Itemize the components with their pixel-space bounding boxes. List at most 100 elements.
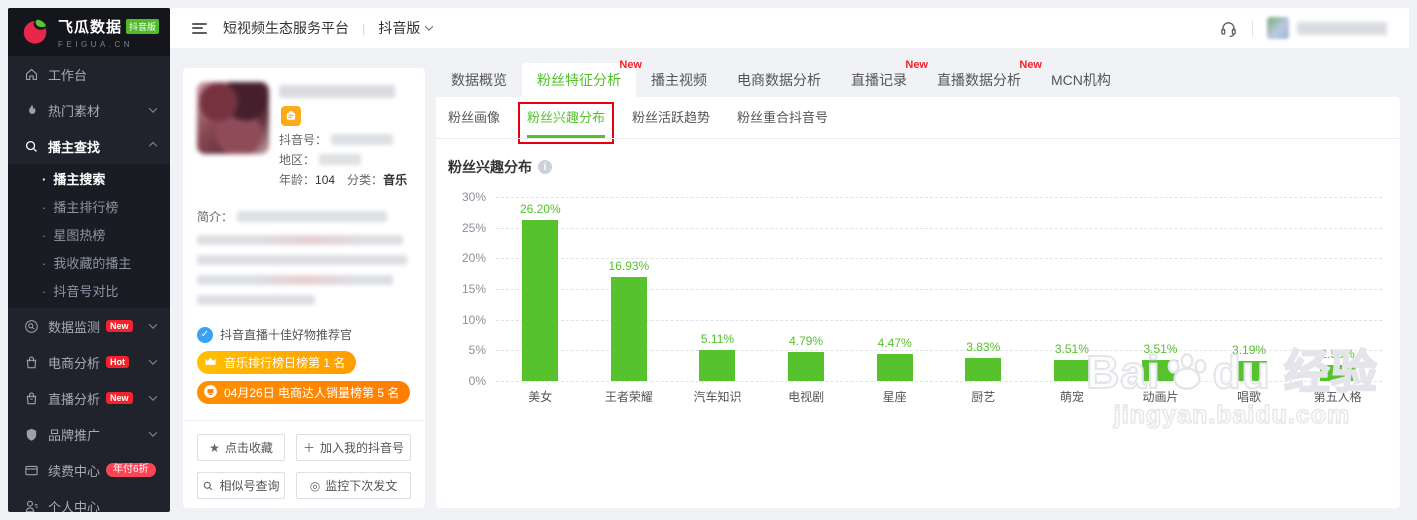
verified-check-icon: ✓	[197, 327, 213, 343]
相似号查询-button[interactable]: 相似号查询	[197, 472, 285, 499]
brand-name: 飞瓜数据	[58, 16, 122, 37]
y-tick-label: 15%	[448, 283, 486, 295]
x-tick-label: 星座	[850, 388, 939, 405]
bar-电视剧[interactable]	[788, 352, 824, 381]
action-label: 加入我的抖音号	[320, 439, 404, 456]
bar-value-label: 3.51%	[1028, 343, 1117, 355]
age-label: 年龄：	[279, 171, 315, 188]
sidebar-subitem[interactable]: 抖音号对比	[8, 278, 170, 306]
subtab-粉丝重合抖音号[interactable]: 粉丝重合抖音号	[737, 97, 828, 138]
sidebar-item-hot-materials[interactable]: 热门素材	[8, 92, 170, 128]
bar-slot: 3.51%	[1028, 197, 1117, 381]
region-label: 地区：	[279, 151, 315, 168]
tab-MCN机构[interactable]: MCN机构	[1036, 63, 1126, 97]
verified-title-row: ✓ 抖音直播十佳好物推荐官	[197, 326, 352, 343]
douyin-id-label: 抖音号：	[279, 131, 327, 148]
sidebar-item-workbench[interactable]: 工作台	[8, 56, 170, 92]
card-icon	[24, 463, 39, 478]
tab-电商数据分析[interactable]: 电商数据分析	[722, 63, 836, 97]
y-tick-label: 0%	[448, 375, 486, 387]
info-icon[interactable]: i	[538, 160, 552, 174]
sidebar-item-ecommerce-analysis[interactable]: 电商分析Hot	[8, 344, 170, 380]
subtab-粉丝活跃趋势[interactable]: 粉丝活跃趋势	[632, 97, 710, 138]
tab-粉丝特征分析[interactable]: 粉丝特征分析New	[522, 63, 636, 97]
bar-动画片[interactable]	[1142, 360, 1178, 382]
bar-星座[interactable]	[877, 354, 913, 381]
加入我的抖音号-button[interactable]: ＋加入我的抖音号	[296, 434, 411, 461]
sidebar-subitem[interactable]: 我收藏的播主	[8, 250, 170, 278]
sidebar-item-label: 播主查找	[48, 137, 100, 156]
sidebar-item-personal-center[interactable]: 个人中心	[8, 488, 170, 512]
region-row: 地区：	[279, 151, 361, 168]
监控下次发文-button[interactable]: ◎监控下次发文	[296, 472, 411, 499]
bar-value-label: 5.11%	[673, 333, 762, 345]
verified-title: 抖音直播十佳好物推荐官	[220, 326, 352, 343]
customer-service-icon[interactable]	[1219, 19, 1238, 38]
logo[interactable]: 飞瓜数据 抖音版 FEIGUA.CN	[8, 8, 170, 56]
bar-王者荣耀[interactable]	[611, 277, 647, 381]
user-account[interactable]	[1267, 17, 1387, 39]
action-label: 点击收藏	[225, 439, 273, 456]
sidebar-subitem[interactable]: 播主排行榜	[8, 194, 170, 222]
bar-slot: 3.51%	[1116, 197, 1205, 381]
sidebar-subitem[interactable]: 播主搜索	[8, 166, 170, 194]
star-icon: ★	[209, 441, 220, 455]
bar-厨艺[interactable]	[965, 358, 1001, 382]
x-tick-label: 美女	[496, 388, 585, 405]
bar-value-label: 3.83%	[939, 341, 1028, 353]
gridline	[496, 381, 1382, 382]
bio-redacted-line	[197, 275, 393, 285]
sidebar-item-brand-promotion[interactable]: 品牌推广	[8, 416, 170, 452]
bio-redacted-line	[197, 295, 315, 305]
tab-label: 电商数据分析	[737, 70, 821, 90]
main-tabs: 数据概览粉丝特征分析New播主视频电商数据分析直播记录New直播数据分析NewM…	[436, 63, 1126, 97]
sidebar-subitem[interactable]: 星图热榜	[8, 222, 170, 250]
badge-new: New	[106, 392, 133, 404]
tab-直播记录[interactable]: 直播记录New	[836, 63, 922, 97]
sidebar-item-renewal-center[interactable]: 续费中心年付6折	[8, 452, 170, 488]
flame-icon	[24, 103, 39, 118]
sidebar-item-blogger-search[interactable]: 播主查找	[8, 128, 170, 164]
bar-汽车知识[interactable]	[699, 350, 735, 381]
tab-直播数据分析[interactable]: 直播数据分析New	[922, 63, 1036, 97]
tab-播主视频[interactable]: 播主视频	[636, 63, 722, 97]
subtabs: 粉丝画像 粉丝兴趣分布粉丝活跃趋势 粉丝重合抖音号	[448, 97, 828, 138]
tab-label: 直播数据分析	[937, 70, 1021, 90]
subtab-label: 粉丝画像	[448, 110, 500, 125]
x-tick-label: 萌宠	[1028, 388, 1117, 405]
sidebar-item-data-monitoring[interactable]: 数据监测New	[8, 308, 170, 344]
sidebar-submenu: 播主搜索播主排行榜星图热榜我收藏的播主抖音号对比	[8, 164, 170, 308]
user-avatar	[1267, 17, 1289, 39]
bar-美女[interactable]	[522, 220, 558, 381]
tab-label: 直播记录	[851, 70, 907, 90]
collapse-menu-icon[interactable]	[192, 23, 207, 34]
bar-slot: 4.79%	[762, 197, 851, 381]
tab-数据概览[interactable]: 数据概览	[436, 63, 522, 97]
点击收藏-button[interactable]: ★ 点击收藏	[197, 434, 285, 461]
chevron-down-icon	[149, 356, 157, 364]
bar-第五人格[interactable]	[1320, 365, 1356, 381]
x-tick-label: 唱歌	[1205, 388, 1294, 405]
bar-唱歌[interactable]	[1231, 361, 1267, 381]
x-tick-label: 动画片	[1116, 388, 1205, 405]
platform-title: 短视频生态服务平台	[223, 18, 349, 38]
version-dropdown[interactable]: 抖音版	[378, 18, 432, 38]
topbar: 短视频生态服务平台 | 抖音版	[170, 8, 1409, 48]
version-label: 抖音版	[378, 18, 420, 38]
subtab-粉丝兴趣分布[interactable]: 粉丝兴趣分布	[527, 97, 605, 138]
sidebar-item-live-analysis[interactable]: 直播分析New	[8, 380, 170, 416]
feigua-logo-icon	[20, 17, 50, 47]
y-tick-label: 10%	[448, 314, 486, 326]
sidebar-item-label: 工作台	[48, 65, 87, 84]
subtab-label: 粉丝重合抖音号	[737, 110, 828, 125]
x-tick-label: 王者荣耀	[585, 388, 674, 405]
bar-萌宠[interactable]	[1054, 360, 1090, 382]
category-label: 分类：	[347, 171, 383, 188]
bag-icon	[24, 355, 39, 370]
target-icon: ◎	[310, 479, 320, 493]
bio-redacted	[237, 211, 387, 222]
subtab-粉丝画像[interactable]: 粉丝画像	[448, 97, 500, 138]
magnifier-icon	[202, 480, 214, 492]
douyin-id-row: 抖音号：	[279, 131, 393, 148]
bio-redacted-line	[197, 235, 403, 245]
